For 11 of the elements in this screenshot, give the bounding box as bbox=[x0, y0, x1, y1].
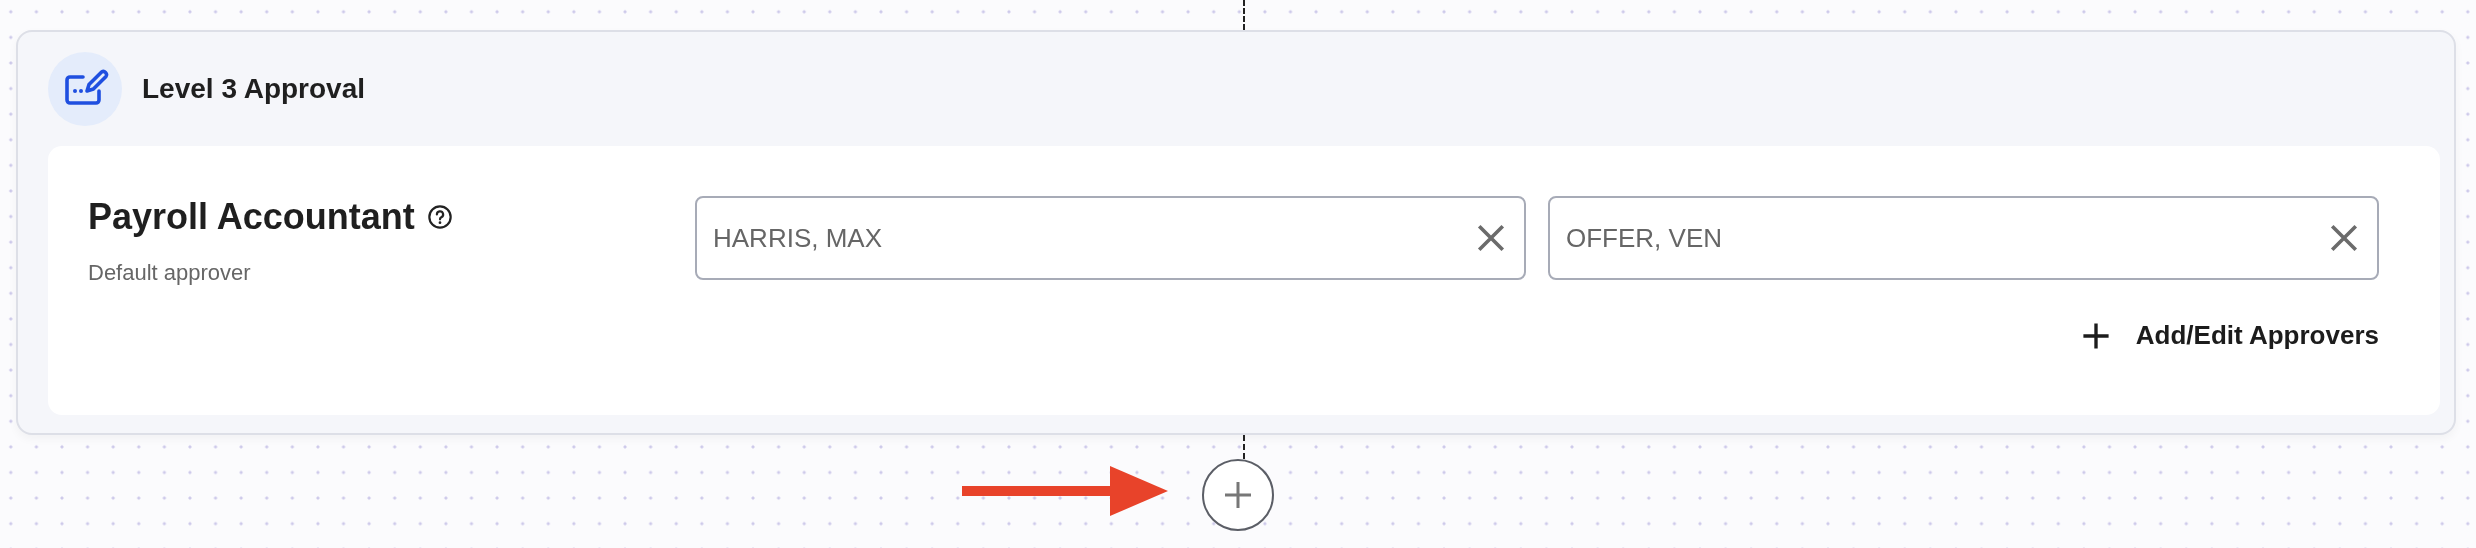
clear-button[interactable] bbox=[2329, 223, 2359, 253]
add-edit-approvers-button[interactable]: Add/Edit Approvers bbox=[2081, 320, 2379, 351]
plus-icon bbox=[2081, 321, 2110, 350]
approver-field[interactable]: HARRIS, MAX bbox=[695, 196, 1526, 280]
help-icon[interactable] bbox=[426, 204, 453, 230]
step-title: Level 3 Approval bbox=[142, 73, 366, 105]
clear-button[interactable] bbox=[1476, 223, 1506, 253]
approver-field[interactable]: OFFER, VEN bbox=[1548, 196, 2379, 280]
role-subtitle: Default approver bbox=[88, 260, 252, 286]
role-name: Payroll Accountant bbox=[88, 196, 415, 238]
plus-icon bbox=[1223, 480, 1253, 510]
